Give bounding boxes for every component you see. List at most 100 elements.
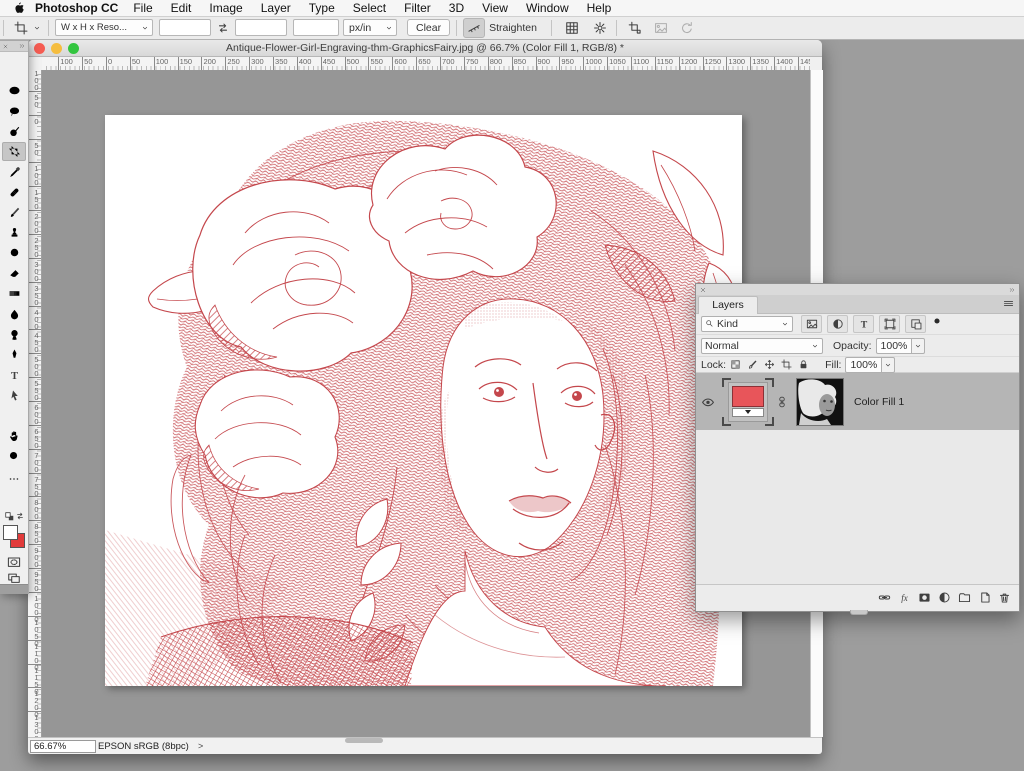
- collapse-icon[interactable]: [19, 43, 25, 49]
- type-tool[interactable]: T: [2, 366, 26, 385]
- vertical-ruler[interactable]: 1005005010015020025030035040045050055060…: [28, 70, 42, 737]
- crop-resolution-input[interactable]: [293, 19, 339, 36]
- settings-gear-icon[interactable]: [590, 19, 610, 37]
- close-icon[interactable]: [3, 44, 8, 49]
- fill-dropdown[interactable]: [882, 357, 895, 373]
- chevron-down-icon[interactable]: [32, 24, 42, 32]
- menu-edit[interactable]: Edit: [162, 0, 201, 16]
- pen-tool[interactable]: [2, 345, 26, 364]
- link-button[interactable]: [878, 591, 891, 604]
- straighten-icon[interactable]: [463, 18, 485, 38]
- crop-preset-dropdown[interactable]: W x H x Reso...: [55, 19, 153, 36]
- marquee-tool[interactable]: [2, 81, 26, 100]
- window-titlebar[interactable]: Antique-Flower-Girl-Engraving-thm-Graphi…: [28, 40, 822, 57]
- fill-layer-thumbnail[interactable]: [720, 376, 776, 428]
- zoom-tool[interactable]: [2, 447, 26, 466]
- mask-button[interactable]: [918, 591, 931, 604]
- panel-resize-grip[interactable]: [850, 610, 868, 615]
- ruler-tick-label: 950: [559, 57, 574, 70]
- mask-link-icon[interactable]: [776, 396, 788, 408]
- crop-tool[interactable]: [2, 142, 26, 161]
- close-icon[interactable]: [700, 287, 706, 293]
- lock-pixels-icon[interactable]: [747, 359, 758, 370]
- opacity-value[interactable]: 100%: [876, 338, 913, 354]
- overlay-grid-icon[interactable]: [562, 19, 582, 37]
- swap-arrows-icon[interactable]: [213, 21, 233, 35]
- clone-stamp-tool[interactable]: [2, 223, 26, 242]
- default-colors-icon[interactable]: [4, 511, 15, 522]
- collapse-icon[interactable]: [1009, 287, 1015, 293]
- blur-tool[interactable]: [2, 305, 26, 324]
- layer-row-color-fill-1[interactable]: Color Fill 1: [696, 373, 1019, 431]
- layer-mask-thumbnail[interactable]: [796, 378, 844, 426]
- menu-3d[interactable]: 3D: [440, 0, 473, 16]
- menu-select[interactable]: Select: [344, 0, 395, 16]
- dodge-tool[interactable]: [2, 325, 26, 344]
- horizontal-ruler[interactable]: 1005005010015020025030035040045050055060…: [42, 57, 810, 71]
- opacity-dropdown[interactable]: [912, 338, 925, 354]
- menu-view[interactable]: View: [473, 0, 517, 16]
- menu-window[interactable]: Window: [517, 0, 578, 16]
- fx-button[interactable]: fx: [898, 591, 911, 604]
- image-icon[interactable]: [801, 315, 822, 333]
- adjustment-button[interactable]: [938, 591, 951, 604]
- swap-colors-icon[interactable]: [15, 511, 25, 521]
- path-selection-tool[interactable]: [2, 386, 26, 405]
- straighten-label[interactable]: Straighten: [489, 22, 537, 34]
- quick-selection-tool[interactable]: [2, 122, 26, 141]
- eyedropper-tool[interactable]: [2, 163, 26, 182]
- document-profile-status[interactable]: EPSON sRGB (8bpc): [98, 741, 189, 752]
- menu-type[interactable]: Type: [300, 0, 344, 16]
- line-tool[interactable]: [2, 406, 26, 425]
- resolution-unit-dropdown[interactable]: px/in: [343, 19, 397, 36]
- shape-frame-icon[interactable]: [879, 315, 900, 333]
- lock-artboard-icon[interactable]: [781, 359, 792, 370]
- delete-button[interactable]: [998, 591, 1011, 604]
- status-chevron[interactable]: >: [198, 741, 203, 751]
- adjustment-icon[interactable]: [827, 315, 848, 333]
- filter-kind-dropdown[interactable]: Kind: [701, 316, 793, 332]
- panel-menu-icon[interactable]: [1003, 298, 1014, 309]
- app-name[interactable]: Photoshop CC: [35, 1, 118, 15]
- layers-list-empty-area[interactable]: [696, 430, 1019, 584]
- group-button[interactable]: [958, 591, 971, 604]
- lock-row: Lock: Fill: 100%: [696, 357, 1019, 373]
- clear-button[interactable]: Clear: [407, 19, 450, 36]
- lasso-tool[interactable]: [2, 102, 26, 121]
- smart-object-icon[interactable]: [905, 315, 926, 333]
- history-brush-tool[interactable]: [2, 244, 26, 263]
- brush-tool[interactable]: [2, 203, 26, 222]
- move-tool[interactable]: [2, 61, 26, 80]
- menu-filter[interactable]: Filter: [395, 0, 440, 16]
- filter-toggle-icon[interactable]: [931, 309, 943, 333]
- menu-layer[interactable]: Layer: [252, 0, 300, 16]
- document-image[interactable]: [105, 115, 742, 686]
- fill-value[interactable]: 100%: [845, 357, 882, 373]
- ruler-corner[interactable]: [28, 57, 43, 71]
- foreground-color-swatch[interactable]: [3, 525, 18, 540]
- layer-name[interactable]: Color Fill 1: [854, 396, 904, 408]
- lock-transparency-icon[interactable]: [730, 359, 741, 370]
- menu-help[interactable]: Help: [578, 0, 621, 16]
- menu-image[interactable]: Image: [200, 0, 251, 16]
- lock-position-icon[interactable]: [764, 359, 775, 370]
- rotate-crop-icon[interactable]: [625, 19, 645, 37]
- new-layer-button[interactable]: [978, 591, 991, 604]
- zoom-level-field[interactable]: 66.67%: [30, 740, 96, 753]
- crop-tool-preset-icon[interactable]: [10, 19, 32, 37]
- type-icon[interactable]: T: [853, 315, 874, 333]
- apple-icon[interactable]: [12, 1, 25, 15]
- menu-file[interactable]: File: [124, 0, 161, 16]
- visibility-eye-icon[interactable]: [701, 395, 715, 409]
- edit-toolbar-ellipsis[interactable]: [2, 469, 26, 488]
- horizontal-scrollbar-thumb[interactable]: [345, 738, 383, 743]
- crop-width-input[interactable]: [159, 19, 211, 36]
- spot-healing-tool[interactable]: [2, 183, 26, 202]
- eraser-tool[interactable]: [2, 264, 26, 283]
- hand-tool[interactable]: [2, 426, 26, 445]
- blend-mode-dropdown[interactable]: Normal: [701, 338, 823, 354]
- lock-all-icon[interactable]: [798, 359, 809, 370]
- gradient-tool[interactable]: [2, 284, 26, 303]
- crop-height-input[interactable]: [235, 19, 287, 36]
- tab-layers[interactable]: Layers: [698, 296, 758, 314]
